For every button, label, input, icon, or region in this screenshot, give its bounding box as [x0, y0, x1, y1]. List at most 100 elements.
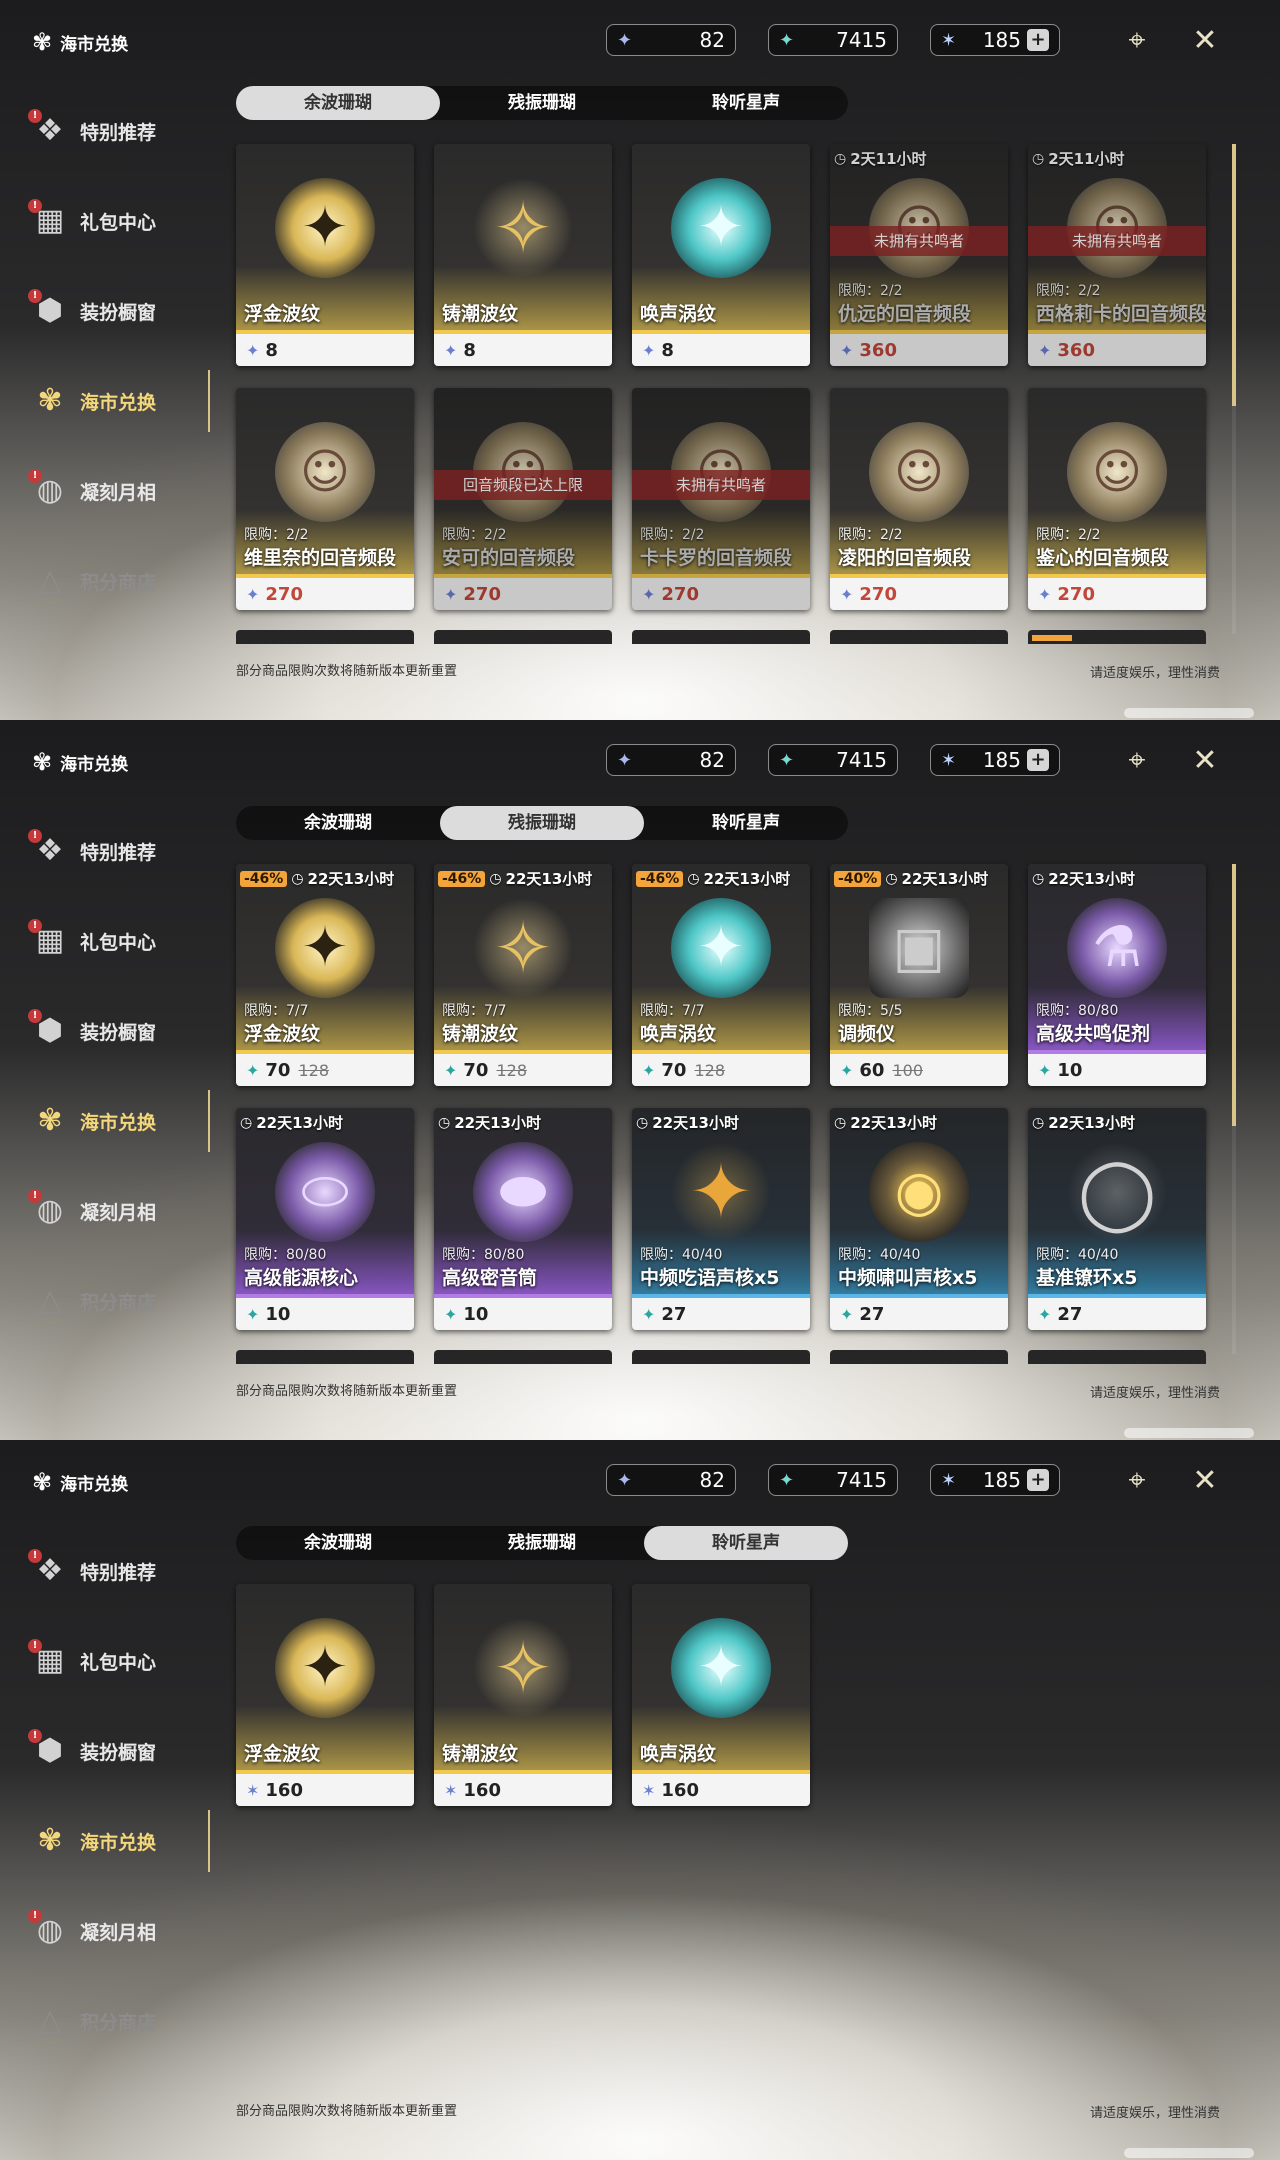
shop-item-card[interactable]: ✦ 唤声涡纹 ✦ 8 [632, 144, 810, 366]
tuner-device-icon: ▣ [869, 898, 969, 998]
currency-resonance-coral[interactable]: ✦ 7415 [768, 24, 898, 56]
sidebar-item-points[interactable]: △ 积分商店 [0, 1256, 210, 1346]
tab-starsong[interactable]: 聆听星声 [644, 806, 848, 840]
tab-wave-coral[interactable]: 余波珊瑚 [236, 1526, 440, 1560]
sidebar-item-points[interactable]: △ 积分商店 [0, 1976, 210, 2066]
shop-item-card[interactable]: ☺ 限购：2/2 鉴心的回音频段 ✦ 270 [1028, 388, 1206, 610]
scrollbar-thumb[interactable] [1232, 144, 1236, 406]
currency-wave-coral[interactable]: ✦ 82 [606, 744, 736, 776]
starsong-icon: ✶ [941, 29, 957, 51]
currency-bar: ✦ 82 ✦ 7415 ✶ 185 + [606, 1464, 1060, 1496]
tab-resonance-coral[interactable]: 残振珊瑚 [440, 806, 644, 840]
shop-item-card[interactable]: -46% ◷ 22天13小时 ✧ 限购：7/7 铸潮波纹 ✦ 70 128 [434, 864, 612, 1086]
sidebar-item-moon[interactable]: ◍! 凝刻月相 [0, 1166, 210, 1256]
bottom-handle [1124, 708, 1254, 718]
shop-item-card[interactable]: ✧ 铸潮波纹 ✶ 160 [434, 1584, 612, 1806]
tab-resonance-coral[interactable]: 残振珊瑚 [440, 1526, 644, 1560]
sidebar-item-wardrobe[interactable]: ⬢! 装扮橱窗 [0, 266, 210, 356]
target-icon[interactable]: ⌖ [1118, 22, 1156, 60]
sidebar-item-exchange[interactable]: ✾ 海市兑换 [0, 1076, 210, 1166]
shop-item-card[interactable]: ◷2天11小时 ☺ 未拥有共鸣者 限购：2/2 西格莉卡的回音频段 ✦360 [1028, 144, 1206, 366]
shop-item-card[interactable]: ◷2天11小时 ☺ 未拥有共鸣者 限购：2/2 仇远的回音频段 ✦360 [830, 144, 1008, 366]
sidebar-item-wardrobe[interactable]: ⬢! 装扮橱窗 [0, 986, 210, 1076]
shop-item-card[interactable]: ☺ 限购：2/2 凌阳的回音频段 ✦ 270 [830, 388, 1008, 610]
tab-wave-coral[interactable]: 余波珊瑚 [236, 806, 440, 840]
sidebar-item-gift[interactable]: ▦! 礼包中心 [0, 896, 210, 986]
sidebar-item-moon[interactable]: ◍! 凝刻月相 [0, 1886, 210, 1976]
shop-item-card[interactable]: ◷ 22天13小时 ⬬ 限购：80/80 高级密音筒 ✦ 10 [434, 1108, 612, 1330]
close-icon[interactable]: ✕ [1186, 1462, 1224, 1500]
shop-item-card[interactable]: ☺ 未拥有共鸣者 限购：2/2 卡卡罗的回音频段 ✦270 [632, 388, 810, 610]
resonance-coral-icon: ✦ [444, 1304, 458, 1324]
target-icon[interactable]: ⌖ [1118, 742, 1156, 780]
add-currency-button[interactable]: + [1027, 29, 1049, 51]
timer: ◷ 22天13小时 [438, 1114, 541, 1132]
add-currency-button[interactable]: + [1027, 1469, 1049, 1491]
sidebar-item-featured[interactable]: ❖! 特别推荐 [0, 86, 210, 176]
timer: ◷ 22天13小时 [240, 1114, 343, 1132]
sidebar-item-moon[interactable]: ◍! 凝刻月相 [0, 446, 210, 536]
wave-coral-icon: ✦ [617, 749, 633, 771]
tab-resonance-coral[interactable]: 残振珊瑚 [440, 86, 644, 120]
shop-item-card[interactable]: -46% ◷ 22天13小时 ✦ 限购：7/7 浮金波纹 ✦ 70 128 [236, 864, 414, 1086]
close-icon[interactable]: ✕ [1186, 742, 1224, 780]
notification-badge: ! [28, 469, 42, 483]
cyan-vortex-icon: ✦ [671, 178, 771, 278]
add-currency-button[interactable]: + [1027, 749, 1049, 771]
resonance-coral-icon: ✦ [1038, 1060, 1052, 1080]
shop-item-card[interactable]: ☺ 回音频段已达上限 限购：2/2 安可的回音频段 ✦270 [434, 388, 612, 610]
clock-icon: ◷ [240, 1114, 253, 1131]
shop-item-card[interactable]: ◷ 22天13小时 ⬭ 限购：80/80 高级能源核心 ✦ 10 [236, 1108, 414, 1330]
shop-item-card[interactable]: -46% ◷ 22天13小时 ✦ 限购：7/7 唤声涡纹 ✦ 70 128 [632, 864, 810, 1086]
currency-starsong[interactable]: ✶ 185 + [930, 744, 1060, 776]
shop-item-card[interactable]: ✧ 铸潮波纹 ✦ 8 [434, 144, 612, 366]
currency-starsong[interactable]: ✶ 185 + [930, 1464, 1060, 1496]
clock-icon: ◷ [489, 870, 502, 887]
currency-resonance-coral[interactable]: ✦ 7415 [768, 1464, 898, 1496]
sidebar-item-exchange[interactable]: ✾ 海市兑换 [0, 1796, 210, 1886]
notification-badge: ! [28, 109, 42, 123]
notification-badge: ! [28, 1909, 42, 1923]
currency-wave-coral[interactable]: ✦ 82 [606, 1464, 736, 1496]
resonance-coral-icon: ✦ [642, 1304, 656, 1324]
shop-item-card[interactable]: ◷ 22天13小时 ◉ 限购：40/40 中频啸叫声核x5 ✦ 27 [830, 1108, 1008, 1330]
scrollbar-thumb[interactable] [1232, 864, 1236, 1126]
wave-coral-icon: ✦ [840, 584, 854, 604]
sidebar-item-wardrobe[interactable]: ⬢! 装扮橱窗 [0, 1706, 210, 1796]
tab-starsong[interactable]: 聆听星声 [644, 1526, 848, 1560]
currency-resonance-coral[interactable]: ✦ 7415 [768, 744, 898, 776]
notification-badge: ! [28, 199, 42, 213]
close-icon[interactable]: ✕ [1186, 22, 1224, 60]
notification-badge: ! [28, 1729, 42, 1743]
shop-item-card[interactable]: ◷ 22天13小时 ◯ 限购：40/40 基准镣环x5 ✦ 27 [1028, 1108, 1206, 1330]
shop-item-card[interactable]: -40% ◷ 22天13小时 ▣ 限购：5/5 调频仪 ✦ 60 100 [830, 864, 1008, 1086]
portrait-icon: ☺ [1067, 422, 1167, 522]
sidebar-item-featured[interactable]: ❖! 特别推荐 [0, 806, 210, 896]
sidebar-item-gift[interactable]: ▦! 礼包中心 [0, 1616, 210, 1706]
shop-item-card[interactable]: ✦ 浮金波纹 ✦ 8 [236, 144, 414, 366]
cyan-vortex-icon: ✦ [671, 1618, 771, 1718]
category-tabs: 余波珊瑚 残振珊瑚 聆听星声 [236, 86, 848, 120]
points-shop-icon: △ [38, 1283, 62, 1318]
sidebar-item-featured[interactable]: ❖! 特别推荐 [0, 1526, 210, 1616]
target-icon[interactable]: ⌖ [1118, 1462, 1156, 1500]
shop-item-card[interactable]: ◷ 22天13小时 ⚗ 限购：80/80 高级共鸣促剂 ✦ 10 [1028, 864, 1206, 1086]
currency-wave-coral[interactable]: ✦ 82 [606, 24, 736, 56]
sidebar-item-gift[interactable]: ▦! 礼包中心 [0, 176, 210, 266]
shop-item-card[interactable]: ✦ 浮金波纹 ✶ 160 [236, 1584, 414, 1806]
tide-blade-icon: ✧ [473, 178, 573, 278]
timer: -40% ◷ 22天13小时 [834, 868, 988, 889]
notification-badge: ! [28, 1189, 42, 1203]
starsong-icon: ✶ [941, 749, 957, 771]
currency-starsong[interactable]: ✶ 185 + [930, 24, 1060, 56]
shop-item-card[interactable]: ☺ 限购：2/2 维里奈的回音频段 ✦ 270 [236, 388, 414, 610]
shop-item-card[interactable]: ◷ 22天13小时 ✦ 限购：40/40 中频吃语声核x5 ✦ 27 [632, 1108, 810, 1330]
tab-starsong[interactable]: 聆听星声 [644, 86, 848, 120]
tab-wave-coral[interactable]: 余波珊瑚 [236, 86, 440, 120]
sidebar-item-points[interactable]: △ 积分商店 [0, 536, 210, 626]
shop-item-card[interactable]: ✦ 唤声涡纹 ✶ 160 [632, 1584, 810, 1806]
notification-badge: ! [28, 829, 42, 843]
clock-icon: ◷ [885, 870, 898, 887]
coral-exchange-icon: ✾ [37, 1823, 63, 1858]
sidebar-item-exchange[interactable]: ✾ 海市兑换 [0, 356, 210, 446]
